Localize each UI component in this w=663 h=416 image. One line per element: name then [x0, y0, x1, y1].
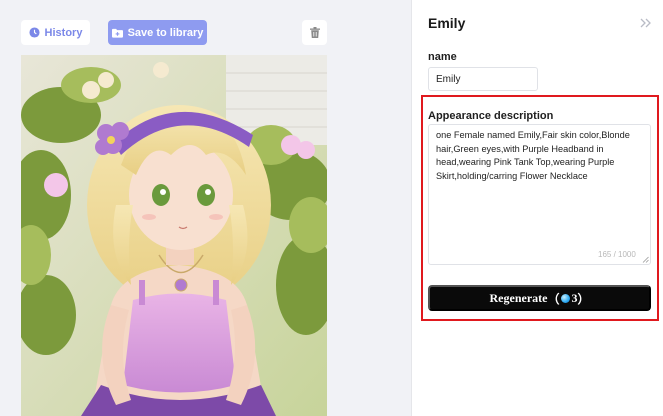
appearance-label: Appearance description — [428, 110, 554, 122]
folder-save-icon — [111, 28, 123, 38]
regenerate-paren-open: （ — [547, 291, 560, 306]
regenerate-button[interactable]: Regenerate （ 3 ） — [428, 285, 651, 311]
appearance-description-field[interactable]: one Female named Emily,Fair skin color,B… — [428, 124, 651, 265]
character-illustration — [21, 55, 327, 416]
delete-button[interactable] — [302, 20, 327, 45]
generated-character-image — [21, 55, 327, 416]
resize-grip-icon[interactable] — [642, 256, 649, 263]
regenerate-label: Regenerate — [489, 290, 548, 305]
panel-title: Emily — [428, 15, 466, 31]
name-field[interactable] — [428, 67, 538, 91]
character-counter: 165 / 1000 — [598, 250, 636, 259]
regenerate-paren-close: ） — [577, 291, 590, 306]
history-button[interactable]: History — [21, 20, 90, 45]
workspace: History Save to library — [0, 0, 411, 416]
history-label: History — [44, 26, 83, 39]
history-icon — [29, 27, 40, 38]
trash-icon — [309, 27, 320, 38]
gem-icon — [561, 293, 571, 303]
save-to-library-button[interactable]: Save to library — [108, 20, 207, 45]
save-label: Save to library — [127, 26, 204, 39]
character-side-panel: Emily name Appearance description one Fe… — [411, 0, 663, 416]
name-label: name — [428, 51, 457, 63]
collapse-chevrons-icon[interactable] — [638, 15, 654, 31]
